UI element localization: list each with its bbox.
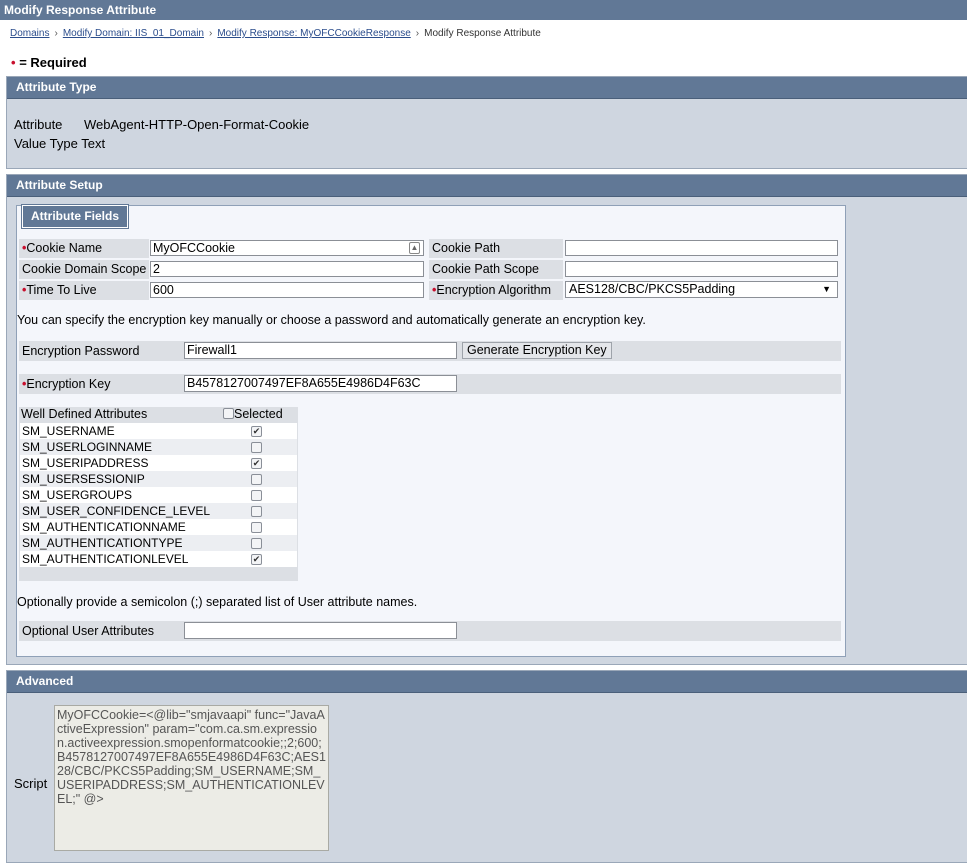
attribute-selected-checkbox[interactable]: ✔ xyxy=(251,554,262,565)
value-type-row: Value Type Text xyxy=(14,136,105,151)
optional-attributes-note: Optionally provide a semicolon (;) separ… xyxy=(17,595,418,609)
well-defined-attribute-row: SM_USERIPADDRESS ✔ xyxy=(20,455,297,471)
encryption-algorithm-select[interactable]: AES128/CBC/PKCS5Padding ▼ xyxy=(565,281,838,298)
breadcrumb-link-domains[interactable]: Domains xyxy=(10,28,49,39)
encryption-key-label: •Encryption Key xyxy=(19,374,182,394)
value-type-value: Text xyxy=(81,136,106,151)
advanced-section: Advanced Script MyOFCCookie=<@lib="smjav… xyxy=(6,670,967,863)
attribute-name: SM_AUTHENTICATIONTYPE xyxy=(22,536,183,550)
attribute-name: SM_USERSESSIONIP xyxy=(22,472,145,486)
optional-user-attributes-input[interactable] xyxy=(184,622,457,639)
time-to-live-input[interactable]: 600 xyxy=(150,282,424,298)
advanced-heading: Advanced xyxy=(7,671,967,693)
attribute-name: SM_AUTHENTICATIONNAME xyxy=(22,520,186,534)
time-to-live-label: •Time To Live xyxy=(19,281,149,300)
attribute-type-heading: Attribute Type xyxy=(7,77,967,99)
attribute-value: WebAgent-HTTP-Open-Format-Cookie xyxy=(84,117,310,132)
well-defined-attribute-row: SM_AUTHENTICATIONLEVEL ✔ xyxy=(20,551,297,567)
breadcrumb-separator: › xyxy=(209,28,213,39)
well-defined-attribute-row: SM_AUTHENTICATIONTYPE xyxy=(20,535,297,551)
attribute-selected-checkbox[interactable]: ✔ xyxy=(251,458,262,469)
well-defined-header: Well Defined Attributes xyxy=(21,407,148,421)
attribute-fields-legend: Attribute Fields xyxy=(20,204,130,229)
cookie-path-scope-input[interactable] xyxy=(565,261,838,277)
required-legend-text: = Required xyxy=(19,55,87,70)
cookie-path-scope-label: Cookie Path Scope xyxy=(429,260,563,279)
breadcrumb-link-modify-response[interactable]: Modify Response: MyOFCCookieResponse xyxy=(217,28,410,39)
attribute-setup-heading: Attribute Setup xyxy=(7,175,967,197)
attribute-selected-checkbox[interactable] xyxy=(251,490,262,501)
cookie-path-input[interactable] xyxy=(565,240,838,256)
breadcrumb-link-modify-domain[interactable]: Modify Domain: IIS_01_Domain xyxy=(63,28,204,39)
well-defined-attribute-row: SM_AUTHENTICATIONNAME xyxy=(20,519,297,535)
advanced-body: Script MyOFCCookie=<@lib="smjavaapi" fun… xyxy=(7,691,967,863)
breadcrumb-separator: › xyxy=(415,28,420,39)
attribute-setup-section: Attribute Setup Attribute Fields •Cookie… xyxy=(6,174,967,665)
attribute-name: SM_USERNAME xyxy=(22,424,115,438)
contact-card-icon: ▲ xyxy=(409,242,420,254)
attribute-row: Attribute WebAgent-HTTP-Open-Format-Cooki… xyxy=(14,117,309,132)
attribute-name: SM_USERGROUPS xyxy=(22,488,133,502)
well-defined-attribute-row: SM_USER_CONFIDENCE_LEVEL xyxy=(20,503,297,519)
breadcrumb: Domains › Modify Domain: IIS_01_Domain › Mod… xyxy=(10,28,541,39)
window-title: Modify Response Attribute xyxy=(0,0,967,20)
select-all-checkbox[interactable] xyxy=(223,408,234,419)
encryption-password-input[interactable]: Firewall1 xyxy=(184,342,457,359)
encryption-key-input[interactable]: B4578127007497EF8A655E4986D4F63C xyxy=(184,375,457,392)
cookie-name-input[interactable]: MyOFCCookie ▲ xyxy=(150,240,424,256)
attribute-selected-checkbox[interactable] xyxy=(251,506,262,517)
well-defined-attribute-row: SM_USERNAME ✔ xyxy=(20,423,297,439)
attribute-label: Attribute xyxy=(14,117,63,132)
attribute-selected-checkbox[interactable] xyxy=(251,442,262,453)
attribute-name: SM_USER_CONFIDENCE_LEVEL xyxy=(22,504,211,518)
attribute-selected-checkbox[interactable] xyxy=(251,474,262,485)
well-defined-attribute-row: SM_USERSESSIONIP xyxy=(20,471,297,487)
attribute-type-section: Attribute Type Attribute WebAgent-HTTP-Op… xyxy=(6,76,967,169)
well-defined-attribute-row: SM_USERLOGINNAME xyxy=(20,439,297,455)
cookie-path-label: Cookie Path xyxy=(429,239,563,258)
attribute-name: SM_AUTHENTICATIONLEVEL xyxy=(22,552,189,566)
chevron-down-icon: ▼ xyxy=(822,284,831,294)
script-textarea[interactable]: MyOFCCookie=<@lib="smjavaapi" func="Java… xyxy=(54,705,329,851)
well-defined-attribute-row: SM_USERGROUPS xyxy=(20,487,297,503)
attribute-name: SM_USERLOGINNAME xyxy=(22,440,153,454)
generate-encryption-key-button[interactable]: Generate Encryption Key xyxy=(462,342,612,359)
value-type-label: Value Type xyxy=(14,136,78,151)
cookie-domain-scope-input[interactable]: 2 xyxy=(150,261,424,277)
attribute-name: SM_USERIPADDRESS xyxy=(22,456,149,470)
attribute-selected-checkbox[interactable]: ✔ xyxy=(251,426,262,437)
cookie-name-label: •Cookie Name xyxy=(19,239,149,258)
cookie-domain-scope-label: Cookie Domain Scope xyxy=(19,260,149,279)
well-defined-attributes-table: Well Defined Attributes Selected SM_USER… xyxy=(19,407,298,581)
attribute-selected-checkbox[interactable] xyxy=(251,522,262,533)
selected-header: Selected xyxy=(223,407,283,421)
attribute-fields-group: Attribute Fields •Cookie Name MyOFCCooki… xyxy=(16,204,846,657)
breadcrumb-current: Modify Response Attribute xyxy=(424,28,541,39)
required-dot-icon: • xyxy=(11,55,16,70)
script-label: Script xyxy=(14,776,48,791)
encryption-password-label: Encryption Password xyxy=(19,341,182,361)
encryption-algorithm-label: •Encryption Algorithm xyxy=(429,281,563,300)
required-legend: • = Required xyxy=(11,55,87,70)
optional-user-attributes-label: Optional User Attributes xyxy=(19,621,182,641)
breadcrumb-separator: › xyxy=(54,28,58,39)
attribute-selected-checkbox[interactable] xyxy=(251,538,262,549)
encryption-note: You can specify the encryption key manua… xyxy=(17,313,646,327)
